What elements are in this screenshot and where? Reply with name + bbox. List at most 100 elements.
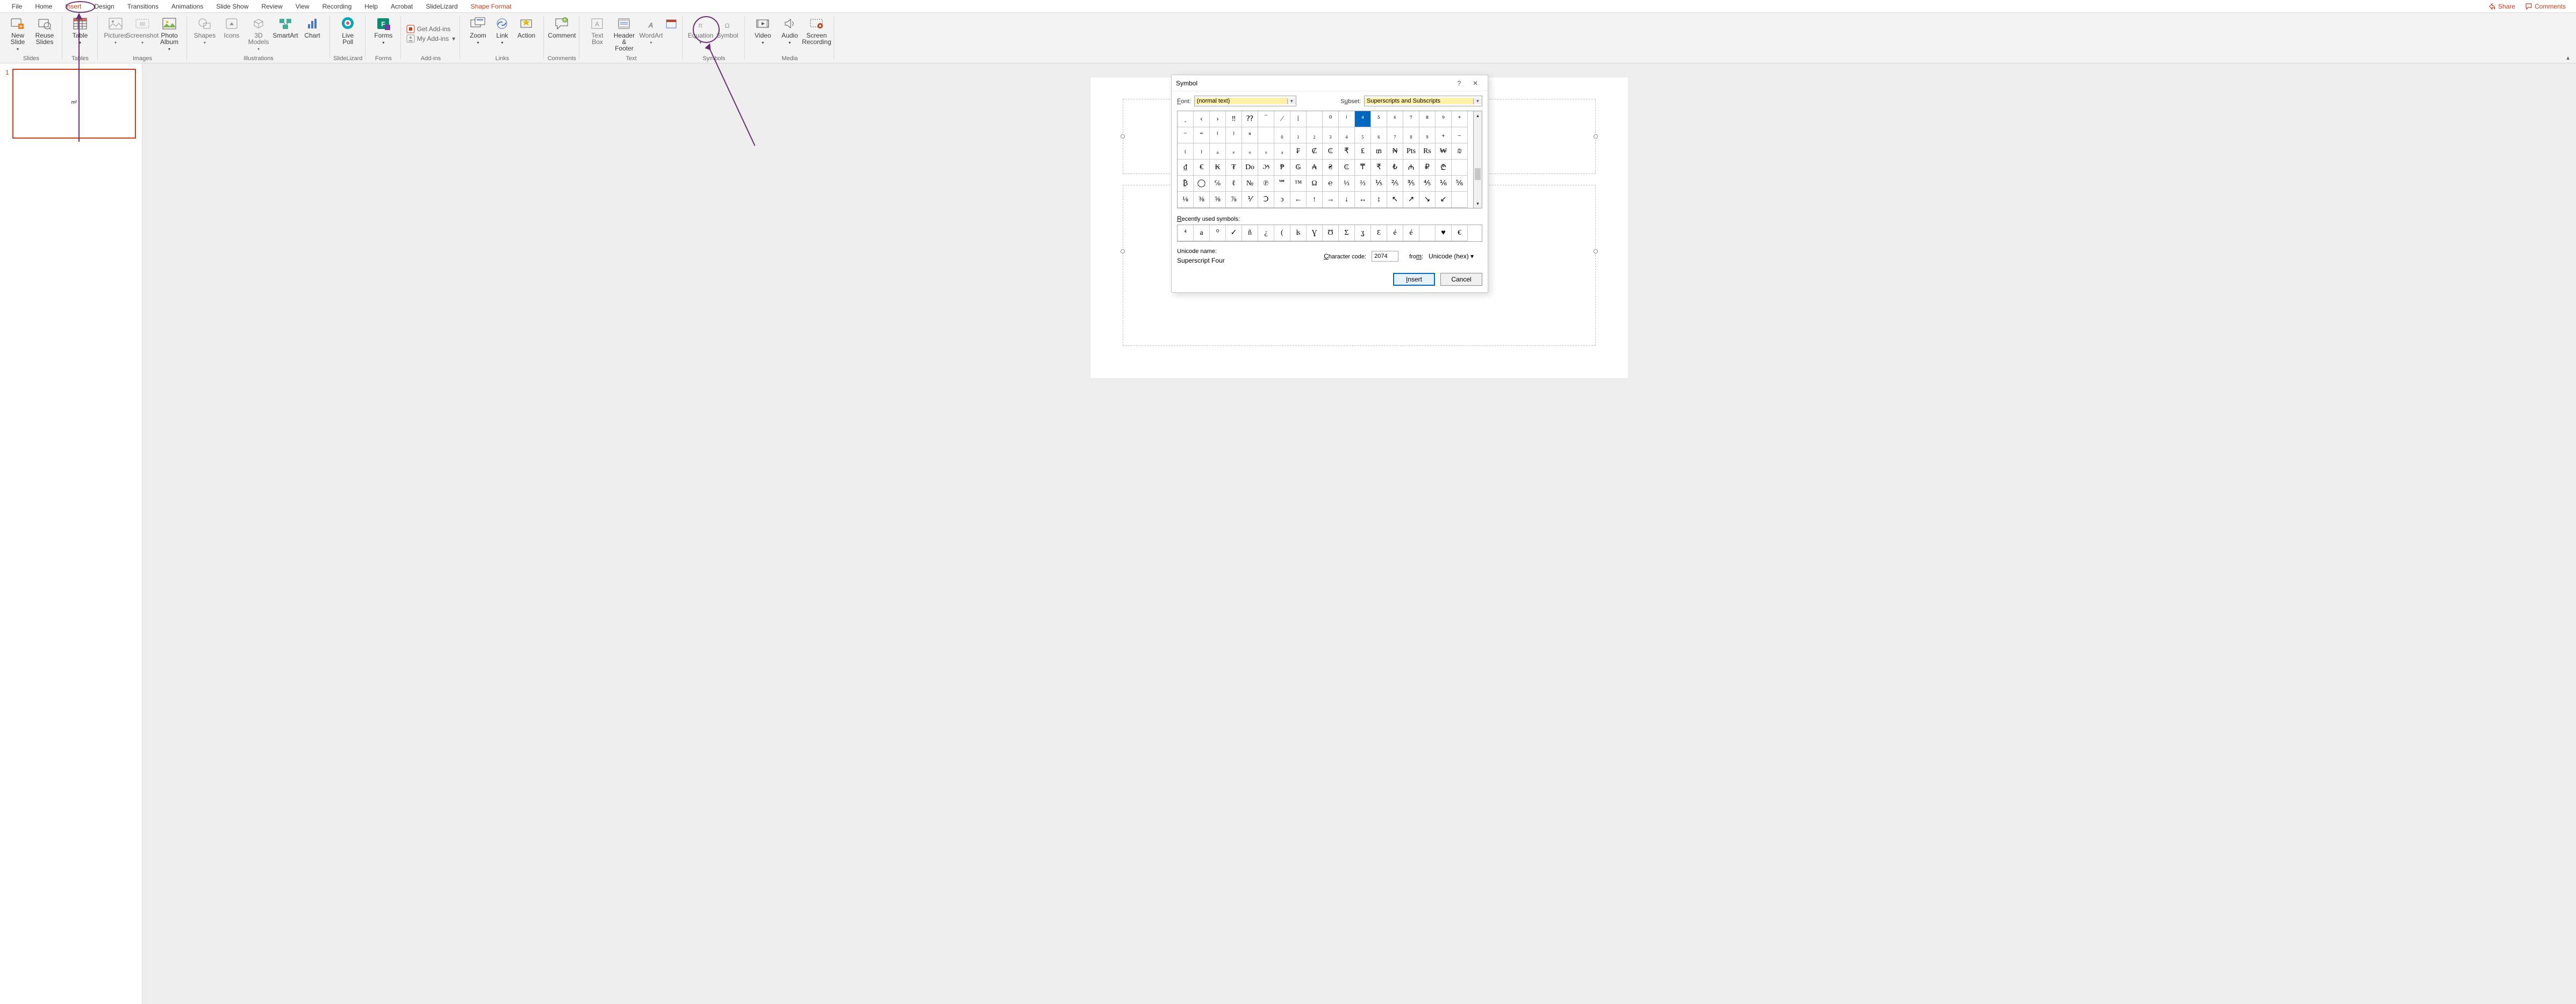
char-cell[interactable]: ₎	[1194, 143, 1210, 160]
char-cell[interactable]: Ω	[1307, 176, 1323, 192]
char-cell[interactable]: ℮	[1323, 176, 1339, 192]
tab-slideshow[interactable]: Slide Show	[210, 1, 255, 12]
char-cell[interactable]: ₸	[1355, 160, 1371, 176]
recent-char-cell[interactable]: é	[1403, 225, 1419, 241]
char-cell[interactable]	[1307, 111, 1323, 127]
char-cell[interactable]: ⅔	[1355, 176, 1371, 192]
char-cell[interactable]: ₤	[1355, 143, 1371, 160]
scroll-down-icon[interactable]: ▾	[1476, 199, 1479, 208]
char-cell[interactable]: ←	[1290, 192, 1307, 208]
date-time-button[interactable]	[664, 15, 678, 54]
char-cell[interactable]: ₹	[1371, 160, 1387, 176]
char-cell[interactable]: ⁴	[1355, 111, 1371, 127]
char-cell[interactable]: ₵	[1323, 143, 1339, 160]
char-cell[interactable]: ₲	[1290, 160, 1307, 176]
zoom-button[interactable]: Zoom▾	[464, 15, 491, 54]
char-cell[interactable]: ⁞	[1290, 111, 1307, 127]
char-cell[interactable]: ↓	[1339, 192, 1355, 208]
char-cell[interactable]: ℗	[1258, 176, 1274, 192]
recent-char-cell[interactable]: ⁰	[1210, 225, 1226, 241]
char-cell[interactable]: ₳	[1307, 160, 1323, 176]
tab-help[interactable]: Help	[358, 1, 384, 12]
insert-button[interactable]: Insert	[1393, 273, 1435, 286]
char-cell[interactable]: ₦	[1387, 143, 1403, 160]
char-cell[interactable]: →	[1323, 192, 1339, 208]
char-cell[interactable]: ₴	[1323, 160, 1339, 176]
tab-design[interactable]: Design	[88, 1, 120, 12]
tab-recording[interactable]: Recording	[316, 1, 358, 12]
char-cell[interactable]: ⅝	[1210, 192, 1226, 208]
char-cell[interactable]: ↔	[1355, 192, 1371, 208]
my-addins-button[interactable]: My Add-ins▾	[406, 34, 455, 43]
resize-handle[interactable]	[1594, 134, 1598, 139]
chart-button[interactable]: Chart	[299, 15, 326, 54]
char-cell[interactable]: ⅘	[1419, 176, 1436, 192]
video-button[interactable]: Video▾	[749, 15, 776, 54]
char-cell[interactable]: ₼	[1403, 160, 1419, 176]
char-cell[interactable]: ₒ	[1242, 143, 1258, 160]
recent-char-cell[interactable]: Ɛ	[1371, 225, 1387, 241]
grid-scrollbar[interactable]: ▴ ▾	[1474, 111, 1482, 208]
new-slide-button[interactable]: New Slide▾	[4, 15, 31, 54]
recent-char-cell[interactable]: €	[1452, 225, 1468, 241]
collapse-ribbon-button[interactable]: ▲	[2565, 55, 2571, 61]
char-cell[interactable]: №	[1242, 176, 1258, 192]
recent-char-cell[interactable]: é	[1387, 225, 1403, 241]
char-cell[interactable]: ⁾	[1226, 127, 1242, 143]
comment-button[interactable]: Comment	[548, 15, 575, 54]
tab-view[interactable]: View	[289, 1, 316, 12]
char-cell[interactable]: ⁶	[1387, 111, 1403, 127]
char-cell[interactable]: ₋	[1452, 127, 1468, 143]
char-cell[interactable]: ⅙	[1436, 176, 1452, 192]
recent-char-cell[interactable]: a	[1194, 225, 1210, 241]
char-cell[interactable]: ↖	[1387, 192, 1403, 208]
char-cell[interactable]: ⅞	[1226, 192, 1242, 208]
resize-handle[interactable]	[1594, 249, 1598, 254]
char-cell[interactable]: ⁸	[1419, 111, 1436, 127]
recent-char-cell[interactable]: ʓ	[1355, 225, 1371, 241]
recent-char-cell[interactable]: ✓	[1226, 225, 1242, 241]
char-cell[interactable]: ↘	[1419, 192, 1436, 208]
char-cell[interactable]: ₩	[1436, 143, 1452, 160]
tab-transitions[interactable]: Transitions	[121, 1, 165, 12]
char-cell[interactable]: ‹	[1194, 111, 1210, 127]
cancel-button[interactable]: Cancel	[1440, 273, 1482, 286]
char-cell[interactable]	[1258, 127, 1274, 143]
action-button[interactable]: Action	[513, 15, 540, 54]
wordart-button[interactable]: A WordArt▾	[637, 15, 664, 54]
char-cell[interactable]: ₹	[1339, 143, 1355, 160]
recent-char-cell[interactable]: (	[1274, 225, 1290, 241]
char-cell[interactable]: ₓ	[1258, 143, 1274, 160]
recent-char-cell[interactable]: ʪ	[1290, 225, 1307, 241]
dialog-titlebar[interactable]: Symbol ? ✕	[1172, 75, 1488, 91]
icons-button[interactable]: Icons	[218, 15, 245, 54]
char-cell[interactable]: ↙	[1436, 192, 1452, 208]
char-cell[interactable]: ↑	[1307, 192, 1323, 208]
link-button[interactable]: Link▾	[491, 15, 513, 54]
char-cell[interactable]: Pts	[1403, 143, 1419, 160]
dialog-close-button[interactable]: ✕	[1467, 80, 1483, 87]
char-cell[interactable]: ₍	[1178, 143, 1194, 160]
textbox-button[interactable]: A Text Box	[584, 15, 611, 54]
resize-handle[interactable]	[1121, 134, 1125, 139]
char-cell[interactable]: ₇	[1387, 127, 1403, 143]
char-cell[interactable]: ⁰	[1323, 111, 1339, 127]
char-cell[interactable]: ⁼	[1194, 127, 1210, 143]
tab-home[interactable]: Home	[28, 1, 59, 12]
char-cell[interactable]: ₿	[1178, 176, 1194, 192]
char-cell[interactable]: ⁻	[1178, 127, 1194, 143]
tab-acrobat[interactable]: Acrobat	[384, 1, 419, 12]
recent-char-cell[interactable]: ⁴	[1178, 225, 1194, 241]
slide-canvas[interactable]: Symbol ? ✕ Font: (normal text) ▾ Subset:	[1090, 77, 1628, 378]
audio-button[interactable]: Audio▾	[776, 15, 803, 54]
char-cell[interactable]: Do	[1242, 160, 1258, 176]
char-cell[interactable]	[1452, 192, 1468, 208]
char-cell[interactable]: ₽	[1419, 160, 1436, 176]
char-cell[interactable]	[1452, 160, 1468, 176]
screen-recording-button[interactable]: Screen Recording	[803, 15, 830, 54]
char-cell[interactable]: ₾	[1436, 160, 1452, 176]
recent-char-cell[interactable]: Ʊ	[1323, 225, 1339, 241]
font-combo[interactable]: (normal text) ▾	[1194, 96, 1296, 106]
char-cell[interactable]: ₀	[1274, 127, 1290, 143]
char-code-input[interactable]	[1372, 251, 1398, 262]
